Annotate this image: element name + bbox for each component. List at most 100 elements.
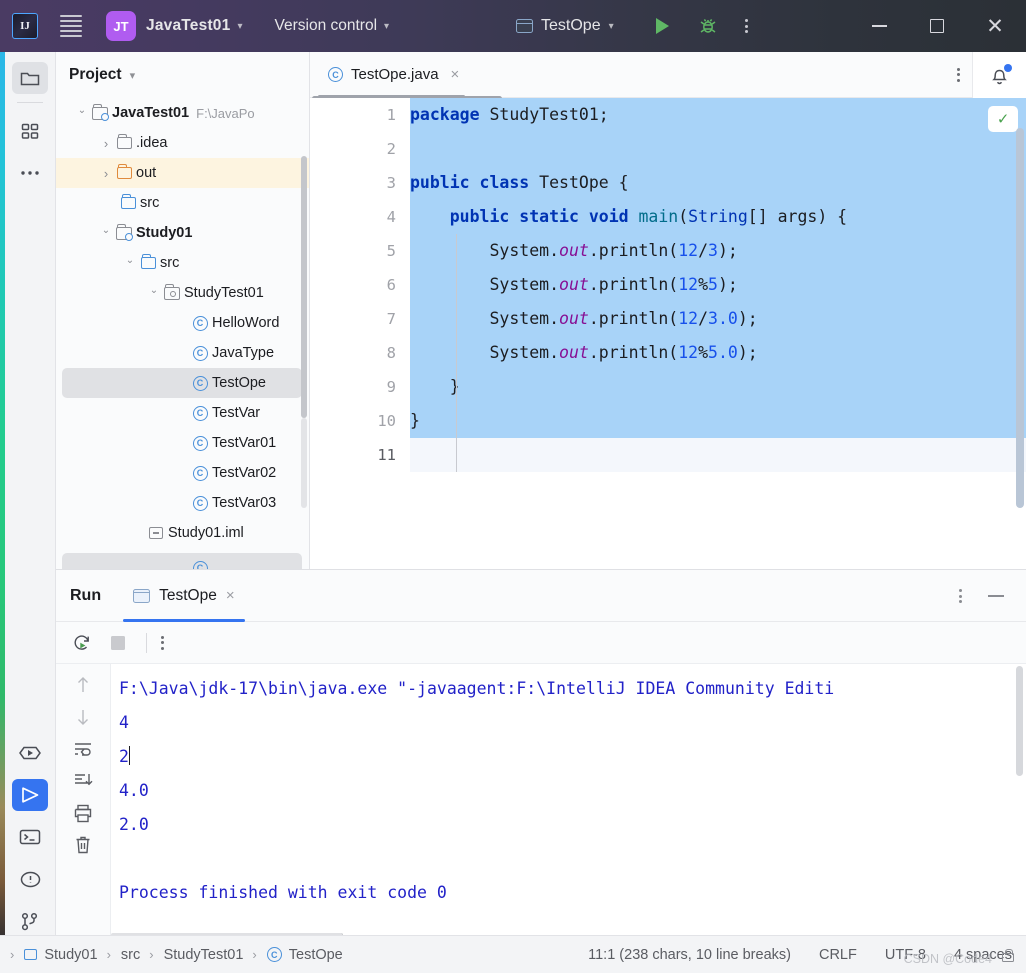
project-panel-header[interactable]: Project ▾ — [56, 52, 309, 98]
tree-node-testvar03[interactable]: C TestVar03 — [56, 488, 309, 518]
chevron-expanded-icon[interactable] — [146, 288, 162, 299]
chevron-right-icon: › — [149, 947, 154, 962]
project-tree: JavaTest01 F:\JavaPo .idea out src — [56, 98, 309, 548]
tree-node-out[interactable]: out — [56, 158, 309, 188]
window-minimize-button[interactable] — [854, 0, 904, 52]
scroll-to-end-icon[interactable] — [68, 766, 98, 796]
editor-scrollbar[interactable] — [1016, 128, 1024, 508]
breadcrumb-studytest01[interactable]: StudyTest01 — [164, 947, 244, 963]
tool-window-rail — [5, 52, 56, 951]
inspection-status-badge[interactable]: ✓ — [988, 106, 1018, 132]
breadcrumb-testope[interactable]: C TestOpe — [266, 946, 343, 963]
tree-node-testvar[interactable]: C TestVar — [56, 398, 309, 428]
tree-node-study01[interactable]: Study01 — [56, 218, 309, 248]
tree-node-label: src — [140, 195, 160, 211]
project-badge[interactable]: JT — [106, 11, 136, 41]
tree-node-helloword[interactable]: C HelloWord — [56, 308, 309, 338]
tree-node-studytest01[interactable]: StudyTest01 — [56, 278, 309, 308]
code-editor[interactable]: 1 2 3 4 5 6 7 8 9 10 11 package StudyTes… — [310, 98, 1026, 569]
breadcrumb-src[interactable]: src — [121, 947, 140, 963]
project-tree-scrollbar[interactable] — [301, 156, 307, 418]
chevron-expanded-icon[interactable] — [122, 258, 138, 269]
tree-node-src-root[interactable]: src — [56, 188, 309, 218]
trash-icon[interactable] — [68, 830, 98, 860]
indent-guide — [456, 234, 457, 472]
intellij-idea-logo[interactable]: IJ — [12, 13, 38, 39]
line-number: 4 — [386, 208, 396, 226]
main-menu-icon[interactable] — [60, 15, 82, 37]
rerun-button[interactable] — [68, 629, 96, 657]
code-line-3: public class TestOpe { — [410, 166, 1026, 200]
soft-wrap-icon[interactable] — [68, 734, 98, 764]
chevron-down-icon[interactable]: ▾ — [130, 69, 136, 82]
project-tree-scrollbar-track[interactable] — [301, 418, 307, 508]
window-close-button[interactable]: ✕ — [970, 0, 1020, 52]
run-configuration-selector[interactable]: TestOpe ▾ — [516, 17, 614, 35]
sidebar-item-terminal[interactable] — [12, 821, 48, 853]
tree-node-testope[interactable]: C TestOpe — [62, 368, 302, 398]
more-actions-icon[interactable] — [745, 19, 748, 33]
console-vertical-scrollbar[interactable] — [1016, 666, 1023, 776]
line-separator-label[interactable]: CRLF — [819, 947, 857, 963]
sidebar-item-problems[interactable] — [12, 863, 48, 895]
console-output[interactable]: F:\Java\jdk-17\bin\java.exe "-javaagent:… — [111, 664, 1026, 952]
up-arrow-icon[interactable] — [68, 670, 98, 700]
sidebar-item-run[interactable] — [12, 779, 48, 811]
editor-more-icon[interactable] — [957, 67, 960, 82]
project-name-dropdown[interactable]: JavaTest01 ▾ — [136, 17, 242, 35]
run-toolbar-more-icon[interactable] — [161, 635, 164, 650]
tree-node-label: JavaTest01 — [112, 105, 190, 121]
run-panel-options-icon[interactable] — [959, 589, 962, 603]
code-line-4: public static void main(String[] args) { — [410, 200, 1026, 234]
down-arrow-icon[interactable] — [68, 702, 98, 732]
console-line: Process finished with exit code 0 — [119, 883, 447, 902]
debug-button[interactable] — [698, 16, 718, 36]
encoding-label[interactable]: UTF-8 — [885, 947, 926, 963]
code-line-6: System.out.println(12%5); — [410, 268, 1026, 302]
tree-node-testvar02[interactable]: C TestVar02 — [56, 458, 309, 488]
notifications-button[interactable] — [972, 52, 1026, 98]
tree-node-javatype[interactable]: C JavaType — [56, 338, 309, 368]
chevron-expanded-icon[interactable] — [98, 228, 114, 239]
chevron-collapsed-icon[interactable] — [98, 136, 114, 151]
tree-node-label: HelloWord — [212, 315, 280, 331]
lock-icon[interactable] — [1002, 949, 1014, 962]
code-line-8: System.out.println(12%5.0); — [410, 336, 1026, 370]
tree-node-label: TestVar03 — [212, 495, 277, 511]
editor-gutter[interactable]: 1 2 3 4 5 6 7 8 9 10 11 — [310, 98, 410, 569]
sidebar-item-structure[interactable] — [12, 115, 48, 147]
close-icon[interactable]: × — [451, 66, 460, 83]
print-icon[interactable] — [68, 798, 98, 828]
folder-icon — [114, 134, 134, 149]
close-icon[interactable]: × — [226, 587, 235, 604]
more-tool-windows-icon[interactable] — [12, 157, 48, 189]
line-number: 9 — [386, 378, 396, 396]
chevron-expanded-icon[interactable] — [74, 108, 90, 119]
code-lines[interactable]: package StudyTest01; public class TestOp… — [410, 98, 1026, 569]
tree-node-partial[interactable]: C — [56, 553, 309, 569]
tree-node-label: TestVar02 — [212, 465, 277, 481]
line-number: 10 — [377, 412, 396, 430]
breadcrumb-study01[interactable]: Study01 — [24, 947, 98, 963]
chevron-collapsed-icon[interactable] — [98, 166, 114, 181]
run-button[interactable] — [656, 18, 669, 34]
tree-node-src-study[interactable]: src — [56, 248, 309, 278]
tree-node-idea[interactable]: .idea — [56, 128, 309, 158]
tree-node-study01-iml[interactable]: Study01.iml — [56, 518, 309, 548]
breadcrumb-label: TestOpe — [288, 946, 343, 963]
window-maximize-button[interactable] — [912, 0, 962, 52]
tree-node-testvar01[interactable]: C TestVar01 — [56, 428, 309, 458]
sidebar-item-git[interactable] — [12, 905, 48, 937]
tree-node-javatest01[interactable]: JavaTest01 F:\JavaPo — [56, 98, 309, 128]
editor-tab-testope-java[interactable]: C TestOpe.java × — [310, 52, 473, 98]
stop-button[interactable] — [104, 629, 132, 657]
chevron-right-icon: › — [106, 947, 111, 962]
folder-icon-orange — [114, 164, 134, 179]
run-tab-testope[interactable]: TestOpe × — [123, 570, 245, 622]
version-control-dropdown[interactable]: Version control ▾ — [274, 17, 389, 35]
sidebar-item-project[interactable] — [12, 62, 48, 94]
run-anything-icon[interactable] — [12, 737, 48, 769]
run-panel-minimize-icon[interactable] — [988, 595, 1004, 597]
notification-badge — [1004, 64, 1012, 72]
caret-position-label[interactable]: 11:1 (238 chars, 10 line breaks) — [588, 947, 791, 963]
